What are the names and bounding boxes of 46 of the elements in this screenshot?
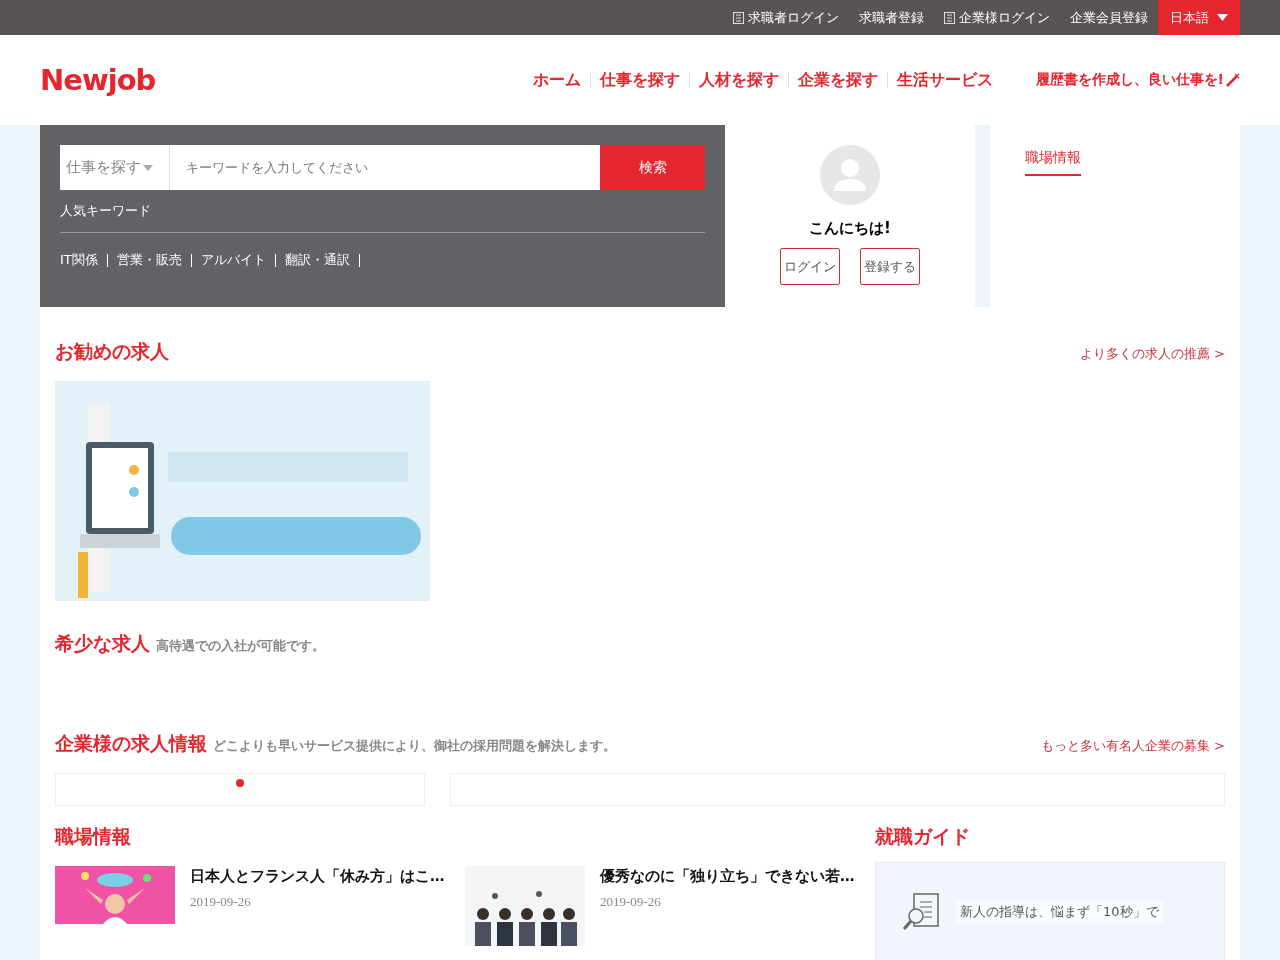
popular-keywords-title: 人気キーワード	[60, 190, 705, 233]
section-title: 希少な求人	[55, 631, 150, 656]
more-link[interactable]: より多くの求人の推薦 >	[1079, 345, 1225, 363]
carousel-dot[interactable]	[236, 779, 244, 787]
top-link[interactable]: 求職者ログイン	[723, 0, 849, 35]
top-link[interactable]: 求職者登録	[849, 0, 934, 35]
nav-link[interactable]: 企業を探す	[787, 72, 887, 88]
nav-link[interactable]: 仕事を探す	[589, 72, 689, 88]
greeting: こんにちは!	[809, 219, 891, 238]
caret-icon	[143, 164, 153, 171]
article-title[interactable]: 優秀なのに「独り立ち」できない若…	[600, 868, 855, 884]
section-title: 就職ガイド	[875, 824, 971, 849]
document-search-icon	[902, 892, 942, 932]
keyword-link[interactable]: アルバイト	[200, 251, 266, 269]
top-link[interactable]: 企業様ログイン	[934, 0, 1060, 35]
auth-button[interactable]: 登録する	[860, 248, 920, 285]
category-select[interactable]: 仕事を探す	[60, 145, 170, 190]
top-link[interactable]: 企業会員登録	[1060, 0, 1158, 35]
article-date: 2019-09-26	[190, 894, 252, 910]
nav-link[interactable]: ホーム	[523, 72, 590, 88]
article-date: 2019-09-26	[600, 894, 662, 910]
section-title: お勧めの求人	[55, 339, 169, 364]
guide-link[interactable]: 新人の指導は、悩まず「10秒」で	[956, 901, 1163, 923]
section-title: 職場情報	[55, 824, 132, 849]
more-link[interactable]: もっと多い有名人企業の募集 >	[1040, 737, 1225, 755]
building-icon	[944, 11, 955, 24]
caret-icon	[1217, 14, 1228, 21]
keyword-link[interactable]: 翻訳・通訳	[284, 251, 350, 269]
article-title[interactable]: 日本人とフランス人「休み方」はこ…	[190, 868, 445, 884]
section-title: 企業様の求人情報	[55, 731, 207, 756]
auth-button[interactable]: ログイン	[780, 248, 840, 285]
nav-link[interactable]: 人材を探す	[688, 72, 788, 88]
side-tab[interactable]: 職場情報	[1025, 149, 1081, 176]
search-field[interactable]: キーワードを入力してください	[170, 145, 600, 190]
section-subtitle: どこよりも早いサービス提供により、御社の採用問題を解決します。	[213, 737, 616, 755]
search-button[interactable]: 検索	[600, 145, 705, 190]
section-subtitle: 高待遇での入社が可能です。	[156, 637, 325, 655]
logo[interactable]: Newjob	[40, 63, 156, 97]
promo-link[interactable]: 履歴書を作成し、良い仕事を!	[1035, 71, 1240, 89]
nav-link[interactable]: 生活サービス	[886, 72, 1002, 88]
keyword-link[interactable]: IT関係	[60, 251, 98, 269]
language-button[interactable]: 日本語	[1158, 0, 1240, 35]
building-icon	[733, 11, 744, 24]
keyword-link[interactable]: 営業・販売	[116, 251, 182, 269]
pen-icon	[1226, 73, 1240, 87]
avatar-icon	[820, 145, 880, 205]
